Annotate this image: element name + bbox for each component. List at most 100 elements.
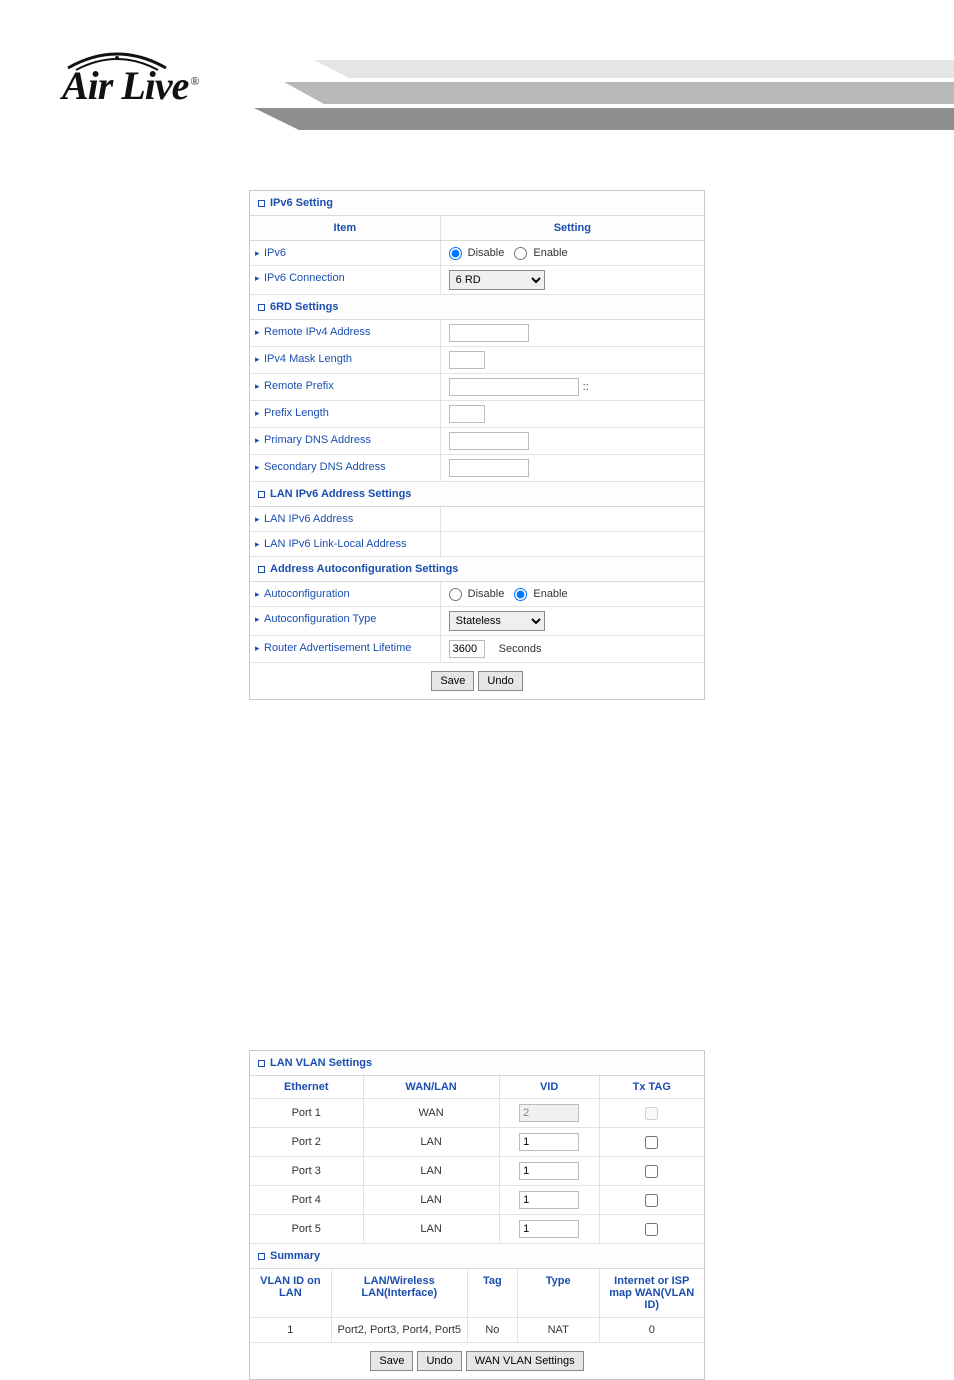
vlan-row-port3: Port 3 LAN: [250, 1157, 704, 1186]
txtag-checkbox: [645, 1107, 658, 1120]
port-label: Port 3: [250, 1157, 364, 1185]
autoconf-disable-radio[interactable]: [449, 588, 462, 601]
row-ipv6: IPv6 Disable Enable: [250, 241, 704, 266]
autoconf-type-select[interactable]: Stateless: [449, 611, 545, 631]
vid-input[interactable]: [519, 1220, 579, 1238]
autoconf-type-label: Autoconfiguration Type: [250, 607, 441, 635]
row-ipv6-connection: IPv6 Connection 6 RD: [250, 266, 704, 295]
port-role: WAN: [364, 1099, 500, 1127]
vlan-row-port5: Port 5 LAN: [250, 1215, 704, 1244]
hdr-item: Item: [250, 216, 441, 240]
ipv6-section-title: IPv6 Setting: [250, 191, 704, 216]
save-button[interactable]: Save: [370, 1351, 413, 1371]
vlan-panel: LAN VLAN Settings Ethernet WAN/LAN VID T…: [249, 1050, 705, 1380]
sixrd-section-title: 6RD Settings: [250, 295, 704, 320]
hdr-setting: Setting: [441, 216, 704, 240]
hdr-txtag: Tx TAG: [600, 1076, 704, 1098]
hdr-ethernet: Ethernet: [250, 1076, 364, 1098]
logo-text: Air Live®: [62, 66, 199, 106]
remote-ipv4-label: Remote IPv4 Address: [250, 320, 441, 346]
txtag-checkbox[interactable]: [645, 1223, 658, 1236]
vlan-row-port1: Port 1 WAN: [250, 1099, 704, 1128]
sum-tag: No: [468, 1318, 518, 1342]
ipv6-button-row: Save Undo: [250, 663, 704, 699]
vlan-row-port4: Port 4 LAN: [250, 1186, 704, 1215]
registered-mark: ®: [190, 74, 198, 88]
primary-dns-label: Primary DNS Address: [250, 428, 441, 454]
hdr-wan-lan: WAN/LAN: [364, 1076, 500, 1098]
sum-iface: Port2, Port3, Port4, Port5: [332, 1318, 468, 1342]
undo-button[interactable]: Undo: [417, 1351, 461, 1371]
lan-ipv6-link-local-value: [441, 532, 704, 556]
ipv6-connection-label: IPv6 Connection: [250, 266, 441, 294]
lifetime-input[interactable]: [449, 640, 485, 658]
ipv6-header-row: Item Setting: [250, 216, 704, 241]
bullet-icon: [258, 304, 265, 311]
port-role: LAN: [364, 1128, 500, 1156]
vlan-section-title: LAN VLAN Settings: [250, 1051, 704, 1076]
sum-type: NAT: [518, 1318, 600, 1342]
lan-ipv6-addr-label: LAN IPv6 Address: [250, 507, 441, 531]
ipv6-panel: IPv6 Setting Item Setting IPv6 Disable E…: [249, 190, 705, 700]
wan-vlan-settings-button[interactable]: WAN VLAN Settings: [466, 1351, 584, 1371]
hdr-map: Internet or ISP map WAN(VLAN ID): [600, 1269, 704, 1317]
ipv6-label: IPv6: [250, 241, 441, 265]
vlan-button-row: Save Undo WAN VLAN Settings: [250, 1343, 704, 1379]
bullet-icon: [258, 1253, 265, 1260]
hdr-type: Type: [518, 1269, 600, 1317]
vid-input: [519, 1104, 579, 1122]
hdr-iface: LAN/Wireless LAN(Interface): [332, 1269, 468, 1317]
prefix-len-label: Prefix Length: [250, 401, 441, 427]
vid-input[interactable]: [519, 1133, 579, 1151]
summary-header-row: VLAN ID on LAN LAN/Wireless LAN(Interfac…: [250, 1269, 704, 1318]
ipv4-mask-len-input[interactable]: [449, 351, 485, 369]
txtag-checkbox[interactable]: [645, 1165, 658, 1178]
hdr-vid: VID: [500, 1076, 600, 1098]
summary-data-row: 1 Port2, Port3, Port4, Port5 No NAT 0: [250, 1318, 704, 1343]
ipv6-connection-select[interactable]: 6 RD: [449, 270, 545, 290]
autoconf-label: Autoconfiguration: [250, 582, 441, 606]
bullet-icon: [258, 491, 265, 498]
bullet-icon: [258, 566, 265, 573]
undo-button[interactable]: Undo: [478, 671, 522, 691]
lan-ipv6-addr-value: [441, 507, 704, 531]
brand-name: Air Live: [62, 63, 188, 108]
lan-ipv6-link-local-label: LAN IPv6 Link-Local Address: [250, 532, 441, 556]
prefix-len-input[interactable]: [449, 405, 485, 423]
port-label: Port 4: [250, 1186, 364, 1214]
secondary-dns-label: Secondary DNS Address: [250, 455, 441, 481]
primary-dns-input[interactable]: [449, 432, 529, 450]
vid-input[interactable]: [519, 1162, 579, 1180]
sum-vlan-id: 1: [250, 1318, 332, 1342]
hdr-vlan-id: VLAN ID on LAN: [250, 1269, 332, 1317]
remote-prefix-input[interactable]: [449, 378, 579, 396]
ipv6-disable-radio[interactable]: [449, 247, 462, 260]
hdr-tag: Tag: [468, 1269, 518, 1317]
bullet-icon: [258, 1060, 265, 1067]
lifetime-unit: Seconds: [499, 643, 542, 655]
header-stripe-icon: [254, 60, 954, 130]
prefix-sep: ::: [583, 381, 589, 393]
txtag-checkbox[interactable]: [645, 1136, 658, 1149]
vlan-row-port2: Port 2 LAN: [250, 1128, 704, 1157]
ipv6-connection-value: 6 RD: [441, 266, 704, 294]
port-role: LAN: [364, 1157, 500, 1185]
vid-input[interactable]: [519, 1191, 579, 1209]
ipv6-value: Disable Enable: [441, 241, 704, 265]
bullet-icon: [258, 200, 265, 207]
vlan-header-row: Ethernet WAN/LAN VID Tx TAG: [250, 1076, 704, 1099]
remote-ipv4-input[interactable]: [449, 324, 529, 342]
port-role: LAN: [364, 1186, 500, 1214]
lan-ipv6-section-title: LAN IPv6 Address Settings: [250, 482, 704, 507]
remote-prefix-label: Remote Prefix: [250, 374, 441, 400]
save-button[interactable]: Save: [431, 671, 474, 691]
port-role: LAN: [364, 1215, 500, 1243]
page-header: Air Live®: [0, 0, 954, 130]
port-label: Port 1: [250, 1099, 364, 1127]
ipv6-enable-radio[interactable]: [514, 247, 527, 260]
secondary-dns-input[interactable]: [449, 459, 529, 477]
port-label: Port 2: [250, 1128, 364, 1156]
autoconf-enable-radio[interactable]: [514, 588, 527, 601]
txtag-checkbox[interactable]: [645, 1194, 658, 1207]
logo: Air Live®: [62, 48, 199, 106]
